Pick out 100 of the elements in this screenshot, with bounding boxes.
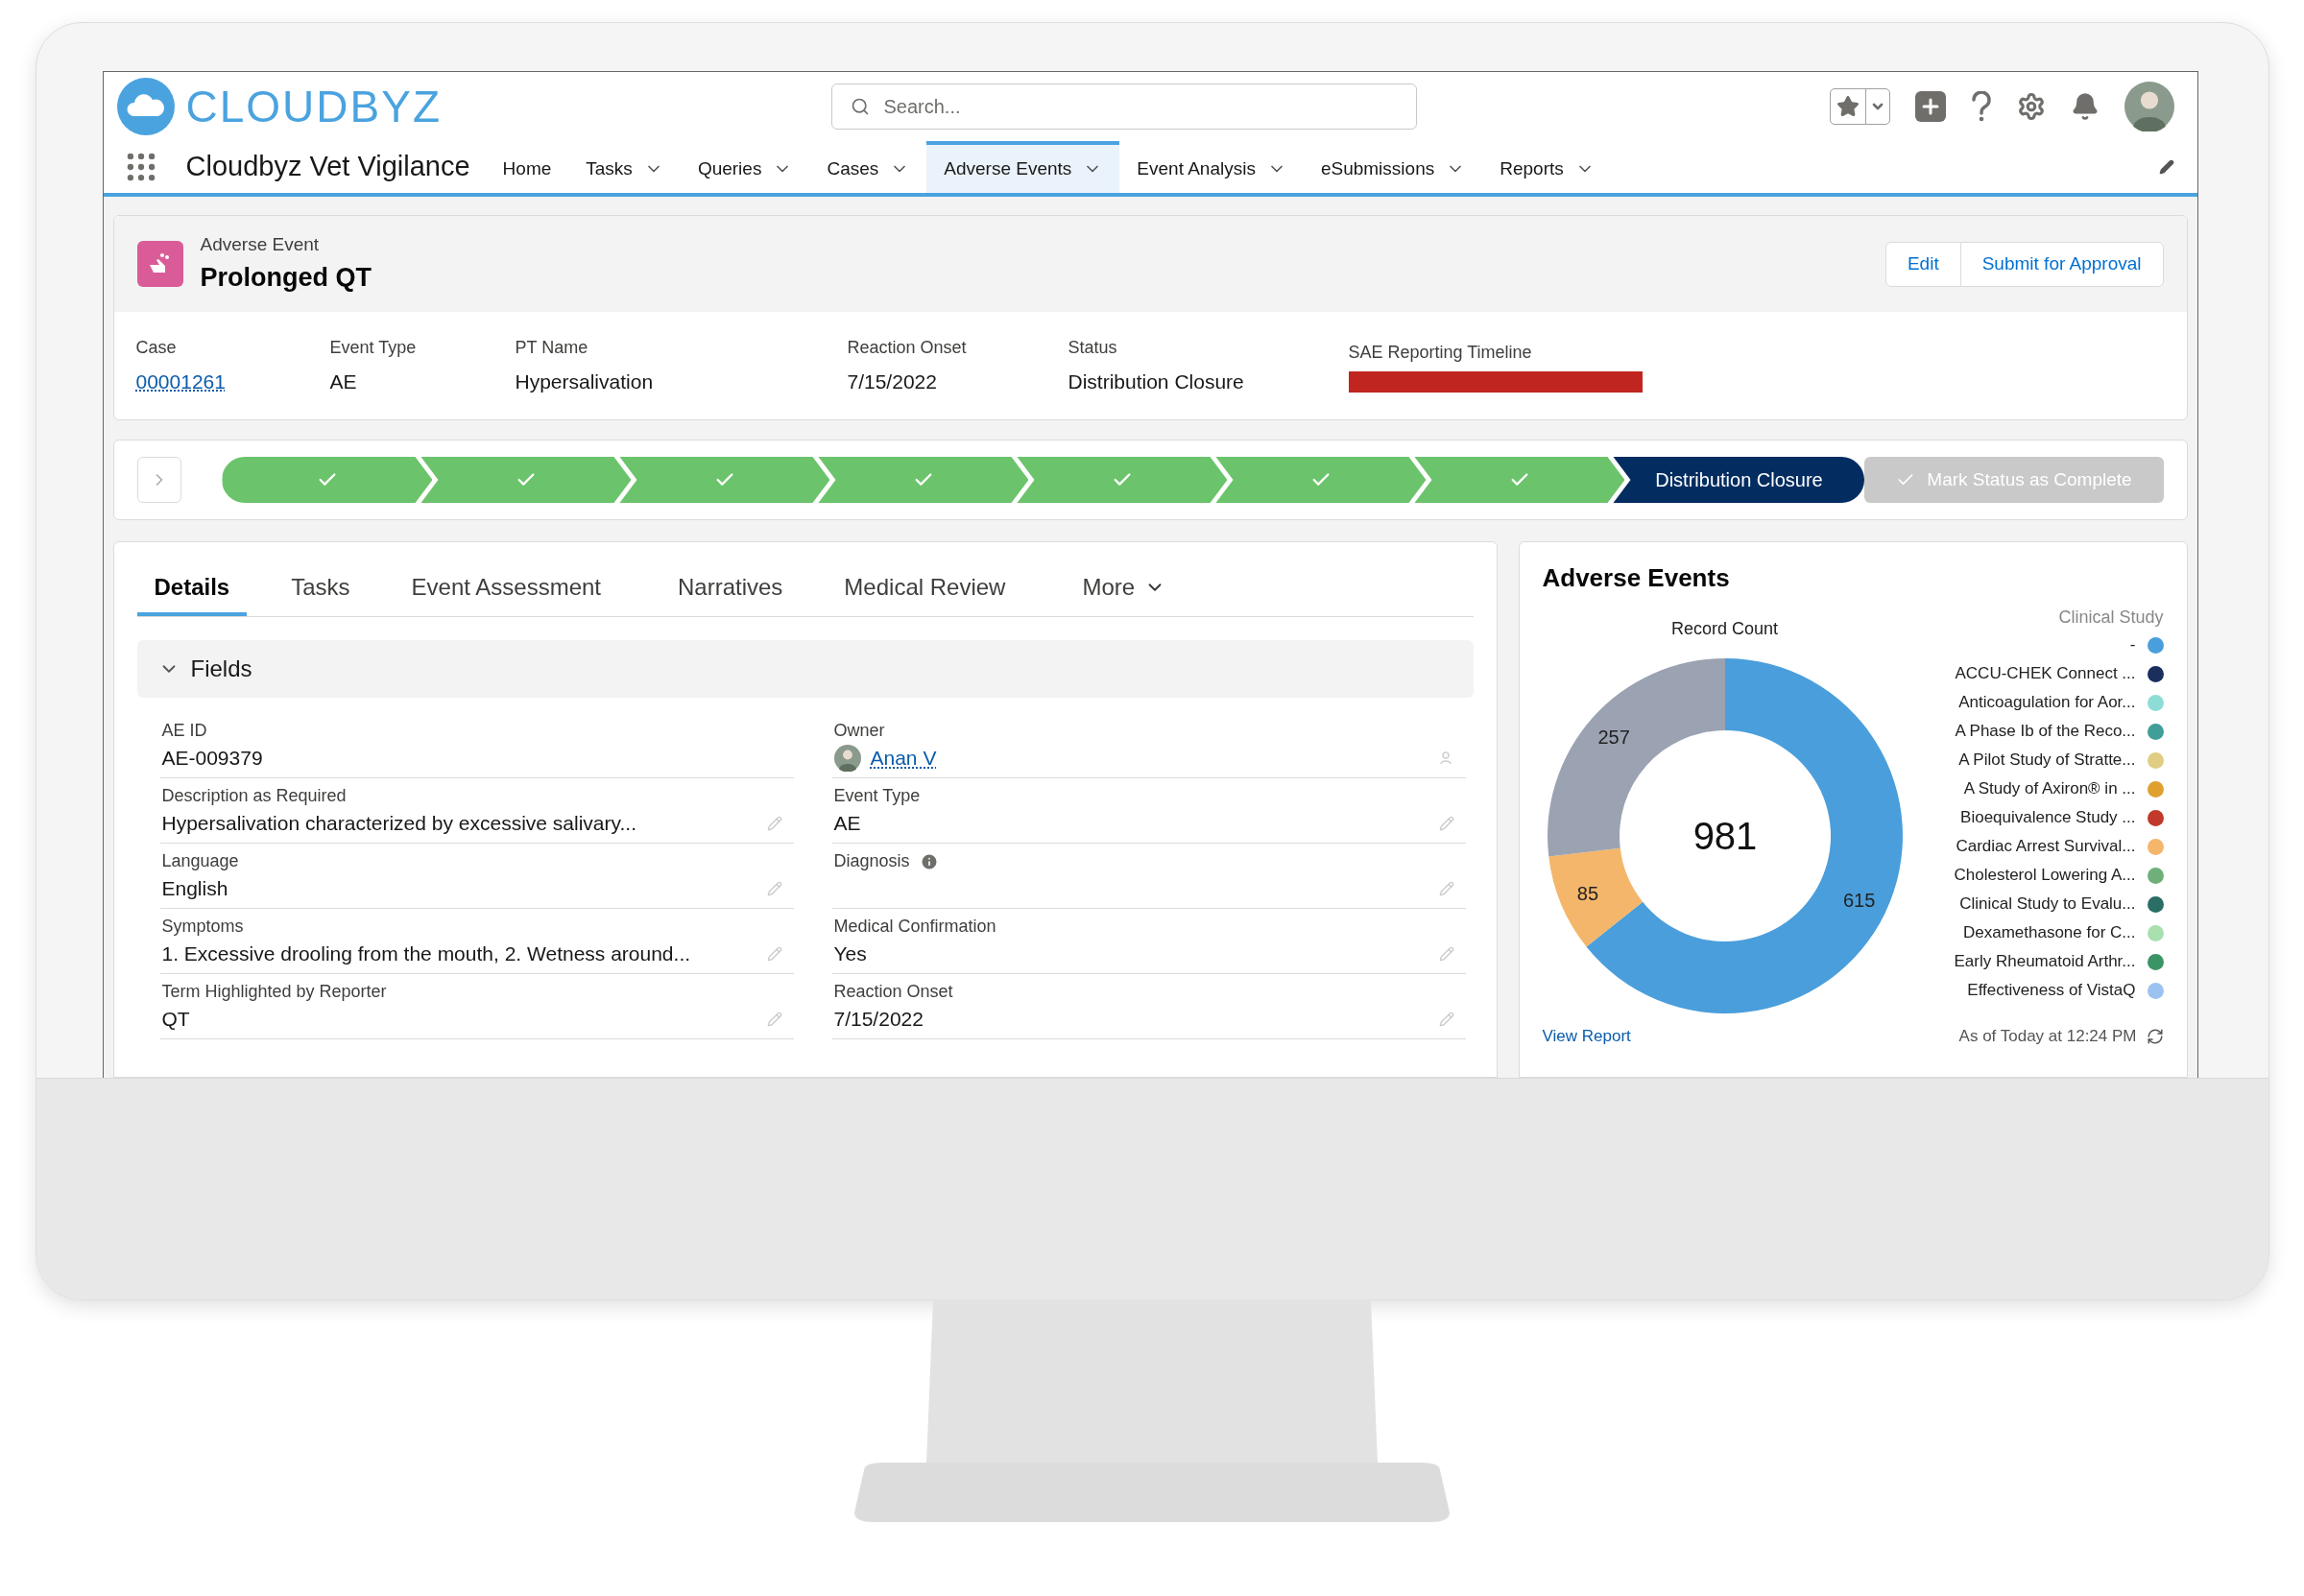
change-owner-icon[interactable]	[1438, 750, 1454, 766]
highlight-label: Status	[1068, 336, 1118, 359]
path-stage[interactable]	[1017, 457, 1228, 503]
legend-label: Effectiveness of VistaQ	[1967, 980, 2136, 1002]
view-report-link[interactable]: View Report	[1542, 1024, 1631, 1049]
logo-text: CLOUDBYZ	[185, 80, 442, 133]
field-label: Description as Required	[161, 785, 347, 807]
legend-label: A Study of Axiron® in ...	[1963, 778, 2136, 800]
search-icon	[850, 97, 870, 116]
owner-link[interactable]: Anan V	[870, 743, 937, 774]
field-value: AE	[833, 811, 861, 837]
help-icon[interactable]	[1970, 91, 1992, 122]
legend-label: A Phase Ib of the Reco...	[1955, 721, 2136, 743]
nav-tab[interactable]: Adverse Events	[926, 141, 1120, 193]
user-avatar	[2124, 82, 2174, 131]
legend-label: Clinical Study to Evalu...	[1959, 893, 2136, 916]
record-type-label: Adverse Event	[200, 232, 321, 256]
edit-icon[interactable]	[1438, 946, 1454, 962]
nav-tab[interactable]: Cases	[809, 141, 927, 193]
cloud-logo-icon	[116, 78, 175, 135]
highlight-label: PT Name	[515, 336, 589, 359]
stage-label: Distribution Closure	[1655, 468, 1823, 492]
edit-icon[interactable]	[1438, 1012, 1454, 1027]
highlight-label: Event Type	[329, 336, 418, 359]
field-label: Medical Confirmation	[833, 916, 996, 938]
legend-label: Dexamethasone for C...	[1962, 922, 2136, 944]
add-button[interactable]	[1914, 91, 1946, 122]
path-stage[interactable]	[1414, 457, 1625, 503]
chart-title: Record Count	[1670, 618, 1779, 640]
detail-tab[interactable]: Medical Review	[827, 562, 1023, 616]
legend-label: Cholesterol Lowering A...	[1954, 865, 2136, 887]
field-value: QT	[161, 1007, 190, 1033]
case-link[interactable]: 00001261	[135, 366, 330, 397]
nav-tab[interactable]: Event Analysis	[1119, 141, 1304, 193]
path-stage[interactable]	[1215, 457, 1427, 503]
field-value: 7/15/2022	[833, 1007, 924, 1033]
field-label: Owner	[833, 720, 885, 742]
legend-label: A Pilot Study of Stratte...	[1958, 750, 2136, 772]
legend-title: Clinical Study	[2058, 607, 2164, 629]
total-count: 981	[1692, 815, 1757, 857]
path-stage[interactable]	[619, 457, 830, 503]
field-label: AE ID	[161, 720, 207, 742]
nav-tab[interactable]: Queries	[680, 141, 810, 193]
path-stage[interactable]: Distribution Closure	[1613, 457, 1865, 503]
highlight-value: Hypersalivation	[515, 369, 655, 394]
star-icon	[1836, 95, 1860, 118]
refresh-icon[interactable]	[2146, 1027, 2164, 1045]
detail-tab[interactable]: Details	[136, 562, 248, 616]
edit-icon[interactable]	[766, 881, 782, 896]
detail-tab[interactable]: Event Assessment	[394, 562, 618, 616]
legend-label: ACCU-CHEK Connect ...	[1955, 663, 2136, 685]
edit-icon[interactable]	[1438, 881, 1454, 896]
field-value: AE-009379	[161, 746, 263, 772]
edit-nav-icon[interactable]	[2158, 159, 2174, 175]
nav-tab[interactable]: Home	[485, 141, 569, 193]
highlight-label: Case	[135, 336, 178, 359]
settings-icon[interactable]	[2016, 92, 2046, 121]
nav-tab[interactable]: Tasks	[568, 141, 681, 193]
favorites-button[interactable]	[1829, 88, 1890, 125]
record-title: Prolonged QT	[200, 262, 372, 294]
field-label: Language	[161, 850, 239, 872]
timestamp: As of Today at 12:24 PM	[1958, 1026, 2137, 1047]
submit-for-approval-button[interactable]: Submit for Approval	[1959, 242, 2163, 286]
detail-tab[interactable]: Tasks	[274, 562, 368, 616]
edit-icon[interactable]	[766, 946, 782, 962]
nav-tab[interactable]: Reports	[1482, 141, 1612, 193]
owner-avatar	[833, 745, 861, 772]
highlight-label: Reaction Onset	[847, 336, 968, 359]
search-field[interactable]: Search...	[830, 83, 1417, 130]
field-label: Diagnosis	[833, 850, 910, 872]
path-stage[interactable]	[818, 457, 1029, 503]
slice-label: 615	[1842, 890, 1875, 912]
edit-button[interactable]: Edit	[1885, 242, 1960, 286]
info-icon	[919, 851, 939, 871]
highlight-label: SAE Reporting Timeline	[1348, 341, 1533, 364]
field-value: Yes	[833, 941, 867, 967]
detail-tab[interactable]: Narratives	[660, 562, 801, 616]
field-label: Reaction Onset	[833, 981, 953, 1003]
path-toggle-button[interactable]	[136, 457, 182, 503]
field-value: 1. Excessive drooling from the mouth, 2. Wetness around...	[161, 941, 691, 967]
nav-tab[interactable]: eSubmissions	[1303, 141, 1483, 193]
report-title: Adverse Events	[1542, 562, 1731, 594]
path-stage[interactable]	[420, 457, 632, 503]
slice-label: 257	[1597, 726, 1630, 748]
edit-icon[interactable]	[766, 1012, 782, 1027]
field-label: Event Type	[833, 785, 921, 807]
app-name: Cloudbyz Vet Vigilance	[185, 150, 470, 184]
legend-label: Cardiac Arrest Survival...	[1956, 836, 2136, 858]
highlight-value: 7/15/2022	[847, 369, 938, 394]
legend-label: Bioequivalence Study ...	[1960, 807, 2136, 829]
section-header[interactable]: Fields	[136, 640, 1474, 698]
path-stage[interactable]	[222, 457, 433, 503]
legend-label: Anticoagulation for Aor...	[1958, 692, 2136, 714]
detail-tab[interactable]: More	[1065, 562, 1184, 616]
field-label: Term Highlighted by Reporter	[161, 981, 387, 1003]
field-value: Hypersalivation characterized by excessive salivary...	[161, 811, 636, 837]
legend-label: Early Rheumatoid Arthr...	[1954, 951, 2136, 973]
edit-icon[interactable]	[1438, 816, 1454, 831]
field-value: English	[161, 876, 228, 902]
edit-icon[interactable]	[766, 816, 782, 831]
